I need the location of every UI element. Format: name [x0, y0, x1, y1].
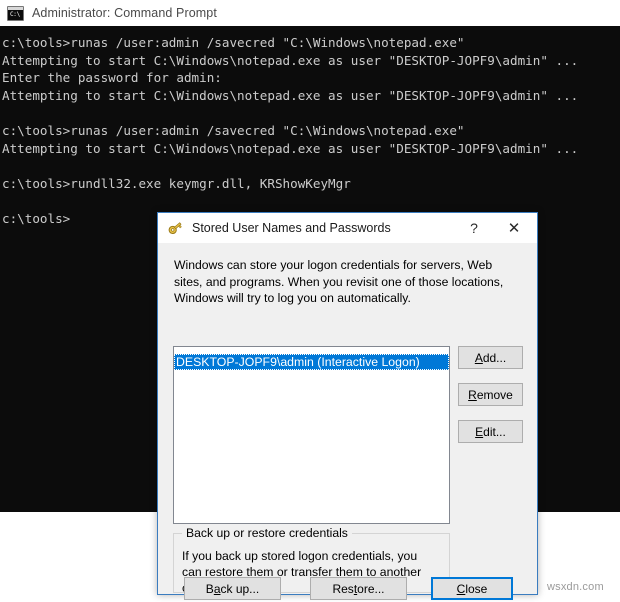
- dialog-title-bar[interactable]: Stored User Names and Passwords ? ✕: [158, 213, 537, 243]
- console-window-title: Administrator: Command Prompt: [32, 6, 217, 20]
- close-button-label: Close: [456, 581, 488, 596]
- restore-button[interactable]: Restore...: [310, 577, 407, 600]
- console-line: c:\tools>runas /user:admin /savecred "C:…: [2, 35, 465, 50]
- back-up-button-label: Back up...: [205, 581, 260, 596]
- add-button-label: Add...: [474, 350, 507, 365]
- credentials-listbox[interactable]: DESKTOP-JOPF9\admin (Interactive Logon): [173, 346, 450, 524]
- console-icon-glyph: C:\: [10, 10, 20, 18]
- stored-user-names-and-passwords-dialog: Stored User Names and Passwords ? ✕ Wind…: [157, 212, 538, 600]
- console-title-bar: C:\ Administrator: Command Prompt: [0, 0, 620, 26]
- restore-button-label: Restore...: [332, 581, 385, 596]
- close-button[interactable]: Close: [431, 577, 513, 600]
- console-line: c:\tools>rundll32.exe keymgr.dll, KRShow…: [2, 175, 351, 191]
- console-line: Attempting to start C:\Windows\notepad.e…: [2, 52, 579, 68]
- edit-button[interactable]: Edit...: [458, 420, 523, 443]
- dialog-body: Windows can store your logon credentials…: [158, 243, 537, 600]
- back-up-button[interactable]: Back up...: [184, 577, 281, 600]
- edit-button-label: Edit...: [475, 424, 506, 439]
- console-line: c:\tools>runas /user:admin /savecred "C:…: [2, 122, 465, 138]
- backup-restore-group-label: Back up or restore credentials: [182, 526, 352, 540]
- command-prompt-icon: C:\: [7, 5, 24, 21]
- remove-button[interactable]: Remove: [458, 383, 523, 406]
- close-icon[interactable]: ✕: [497, 213, 531, 243]
- dialog-title: Stored User Names and Passwords: [192, 221, 391, 235]
- list-item[interactable]: DESKTOP-JOPF9\admin (Interactive Logon): [174, 354, 449, 370]
- watermark: wsxdn.com: [547, 581, 604, 593]
- list-item[interactable]: [174, 347, 449, 354]
- dialog-description: Windows can store your logon credentials…: [174, 258, 504, 305]
- help-button[interactable]: ?: [457, 213, 491, 243]
- console-line: Enter the password for admin:: [2, 70, 222, 86]
- add-button[interactable]: Add...: [458, 346, 523, 369]
- console-line: Attempting to start C:\Windows\notepad.e…: [2, 87, 579, 103]
- key-icon: [167, 220, 183, 236]
- console-line: Attempting to start C:\Windows\notepad.e…: [2, 140, 579, 156]
- remove-button-label: Remove: [468, 387, 513, 402]
